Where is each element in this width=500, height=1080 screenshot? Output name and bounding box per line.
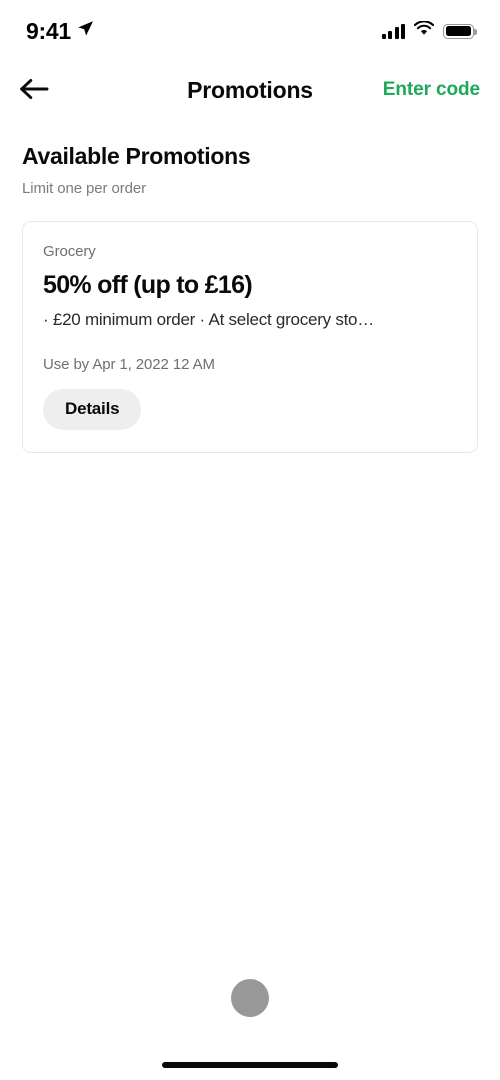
wifi-icon bbox=[413, 20, 435, 41]
status-bar: 9:41 bbox=[0, 0, 500, 62]
back-button[interactable] bbox=[14, 70, 54, 110]
promo-headline: 50% off (up to £16) bbox=[43, 270, 253, 299]
loading-indicator-row bbox=[0, 978, 500, 1018]
promotions-list: Grocery 50% off (up to £16) · £20 minimu… bbox=[0, 197, 500, 453]
status-bar-left: 9:41 bbox=[26, 17, 94, 44]
details-button[interactable]: Details bbox=[43, 388, 142, 430]
back-arrow-icon bbox=[19, 77, 49, 104]
cellular-bars-icon bbox=[381, 23, 405, 39]
home-indicator-area bbox=[0, 1018, 500, 1080]
enter-code-button[interactable]: Enter code bbox=[383, 79, 480, 101]
promo-description: · £20 minimum order · At select grocery … bbox=[43, 309, 375, 329]
loading-dot bbox=[231, 979, 269, 1017]
home-indicator[interactable] bbox=[162, 1062, 338, 1068]
limit-note: Limit one per order bbox=[22, 179, 146, 197]
available-promotions-title: Available Promotions bbox=[22, 143, 251, 169]
battery-full-icon bbox=[443, 23, 477, 39]
location-arrow-icon bbox=[77, 20, 94, 42]
section-header: Available Promotions Limit one per order bbox=[0, 118, 500, 197]
status-bar-right bbox=[381, 20, 477, 41]
status-time: 9:41 bbox=[26, 17, 71, 44]
promo-card[interactable]: Grocery 50% off (up to £16) · £20 minimu… bbox=[22, 220, 478, 453]
promo-expiry: Use by Apr 1, 2022 12 AM bbox=[43, 355, 215, 373]
promo-category: Grocery bbox=[43, 242, 96, 260]
nav-bar: Promotions Enter code bbox=[0, 62, 500, 118]
promotions-screen: 9:41 Promotions Enter code Available Pro… bbox=[0, 0, 500, 1080]
